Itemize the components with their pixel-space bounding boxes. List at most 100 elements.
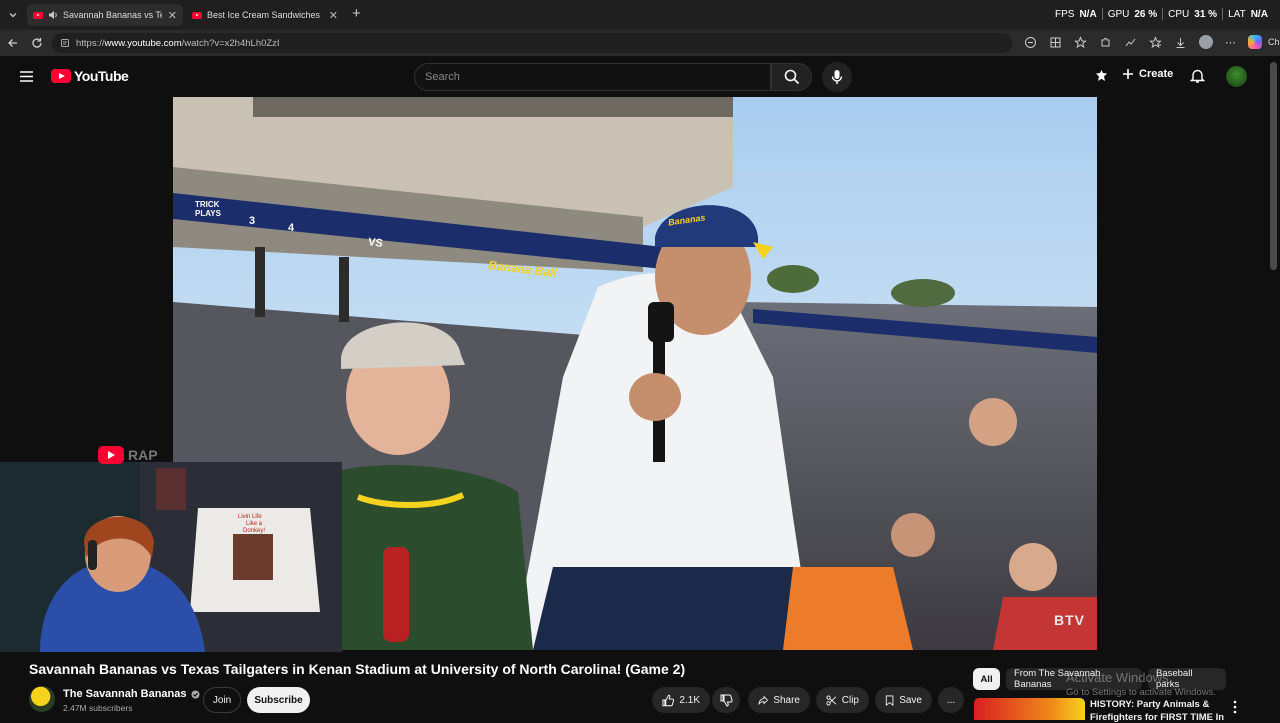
search-icon <box>784 69 799 85</box>
performance-overlay: FPS N/A GPU 26 % CPU 31 % LAT N/A <box>1055 8 1268 20</box>
youtube-favicon-icon <box>33 11 43 19</box>
clip-label: Clip <box>841 694 859 706</box>
channel-name-row[interactable]: The Savannah Bananas <box>63 688 200 700</box>
search-input[interactable]: Search <box>414 63 771 91</box>
webcam-scene <box>0 462 342 652</box>
subscribe-button[interactable]: Subscribe <box>247 687 310 713</box>
lat-value: N/A <box>1250 8 1268 20</box>
join-button[interactable]: Join <box>203 687 241 713</box>
gpu-value: 26 % <box>1134 8 1158 20</box>
more-actions-button[interactable]: ... <box>938 687 964 713</box>
recommendation-title-line-2[interactable]: Firefighters for FIRST TIME In <box>1090 712 1224 723</box>
youtube-play-icon <box>51 69 71 83</box>
clip-button[interactable]: Clip <box>816 687 869 713</box>
reload-icon[interactable] <box>31 37 43 49</box>
kebab-icon[interactable] <box>1231 700 1239 714</box>
video-title: Savannah Bananas vs Texas Tailgaters in … <box>29 661 686 677</box>
scissors-icon <box>826 695 837 705</box>
address-bar[interactable]: https://www.youtube.com/watch?v=x2h4hLh0… <box>52 33 1012 53</box>
page-scrollbar[interactable] <box>1270 62 1277 270</box>
hamburger-icon[interactable] <box>19 70 34 83</box>
like-count: 2.1K <box>679 694 700 706</box>
youtube-logo[interactable]: YouTube <box>51 68 129 84</box>
lat-label: LAT <box>1228 8 1246 20</box>
youtube-logo-text: YouTube <box>74 68 129 84</box>
channel-name[interactable]: The Savannah Bananas <box>63 688 187 700</box>
gpu-label: GPU <box>1107 8 1130 20</box>
create-plus-icon <box>1123 69 1133 79</box>
verified-icon <box>191 690 199 698</box>
browser-tab-strip: Savannah Bananas vs Texas Tai ✕ Best Ice… <box>0 0 1280 30</box>
url-path: /watch?v=x2h4hLh0ZzI <box>181 37 280 49</box>
youtube-play-icon <box>98 446 124 464</box>
performance-icon[interactable] <box>1124 36 1137 49</box>
share-icon <box>758 695 769 705</box>
rap-overlay: RAP <box>98 446 158 464</box>
close-icon[interactable]: ✕ <box>329 9 338 22</box>
site-info-icon <box>61 39 69 47</box>
favorites-icon[interactable] <box>1149 35 1162 49</box>
studio-icon[interactable] <box>1094 69 1109 84</box>
subscriber-count: 2.47M subscribers <box>63 703 133 713</box>
shirt-text-2: Like a <box>246 521 263 527</box>
scoreboard-label: TRICK PLAYS <box>195 200 221 218</box>
divider <box>1222 8 1224 20</box>
account-avatar[interactable] <box>1226 66 1247 87</box>
fps-label: FPS <box>1055 8 1075 20</box>
dislike-icon <box>720 694 733 707</box>
channel-avatar[interactable] <box>29 686 55 712</box>
youtube-favicon-icon <box>192 11 202 19</box>
tab-title: Best Ice Cream Sandwiches Comp <box>207 10 323 20</box>
download-icon[interactable] <box>1174 36 1187 49</box>
chevron-down-icon <box>9 13 17 18</box>
grid-icon[interactable] <box>1049 36 1062 49</box>
recommendation-title-line-1[interactable]: HISTORY: Party Animals & <box>1090 699 1209 710</box>
profile-avatar[interactable] <box>1199 35 1213 49</box>
recommendation-thumbnail[interactable] <box>974 698 1085 720</box>
video-watermark: BTV <box>1054 612 1085 628</box>
mic-icon <box>831 70 843 84</box>
like-button[interactable]: 2.1K <box>652 687 710 713</box>
stadium-vs-text: VS <box>367 236 384 250</box>
extension-icon[interactable] <box>1099 36 1112 49</box>
create-button[interactable]: Create <box>1122 68 1173 80</box>
rap-overlay-text: RAP <box>128 447 158 463</box>
tab-title: Savannah Bananas vs Texas Tai <box>63 10 162 20</box>
star-icon[interactable] <box>1074 35 1087 49</box>
new-tab-button[interactable]: + <box>352 5 361 22</box>
divider <box>1101 8 1103 20</box>
save-label: Save <box>899 694 922 706</box>
browser-tab[interactable]: Best Ice Cream Sandwiches Comp ✕ <box>186 4 344 26</box>
close-icon[interactable]: ✕ <box>168 9 177 22</box>
filter-chip-all[interactable]: All <box>973 668 1000 690</box>
share-label: Share <box>773 694 800 706</box>
tab-list-dropdown[interactable] <box>4 6 22 24</box>
speaker-icon <box>49 11 57 19</box>
score-b: 4 <box>288 222 295 234</box>
dislike-button[interactable] <box>712 687 740 713</box>
back-icon[interactable] <box>7 37 19 49</box>
cpu-label: CPU <box>1168 8 1190 20</box>
url-prefix: https:// <box>76 37 105 49</box>
translate-icon[interactable] <box>1024 36 1037 49</box>
create-label: Create <box>1139 68 1174 80</box>
more-menu-icon[interactable]: ⋯ <box>1225 36 1236 49</box>
streamer-webcam-overlay: Livin Life Like a Donkey! <box>0 462 342 652</box>
like-icon <box>662 694 675 706</box>
save-button[interactable]: Save <box>875 687 932 713</box>
browser-tab-active[interactable]: Savannah Bananas vs Texas Tai ✕ <box>27 4 183 26</box>
share-button[interactable]: Share <box>748 687 810 713</box>
score-a: 3 <box>249 215 256 227</box>
activate-windows-title: Activate Windows <box>1066 670 1169 685</box>
divider <box>1162 8 1164 20</box>
browser-toolbar: https://www.youtube.com/watch?v=x2h4hLh0… <box>0 30 1280 56</box>
cpu-value: 31 % <box>1194 8 1218 20</box>
shirt-text-1: Livin Life <box>238 514 262 520</box>
bell-icon[interactable] <box>1190 68 1205 84</box>
voice-search-button[interactable] <box>822 62 852 92</box>
copilot-icon[interactable] <box>1248 35 1262 49</box>
shirt-text-3: Donkey! <box>243 528 266 534</box>
activate-windows-subtitle: Go to Settings to activate Windows. <box>1066 687 1216 698</box>
search-button[interactable] <box>771 63 812 91</box>
chat-label[interactable]: Chat <box>1268 37 1280 47</box>
